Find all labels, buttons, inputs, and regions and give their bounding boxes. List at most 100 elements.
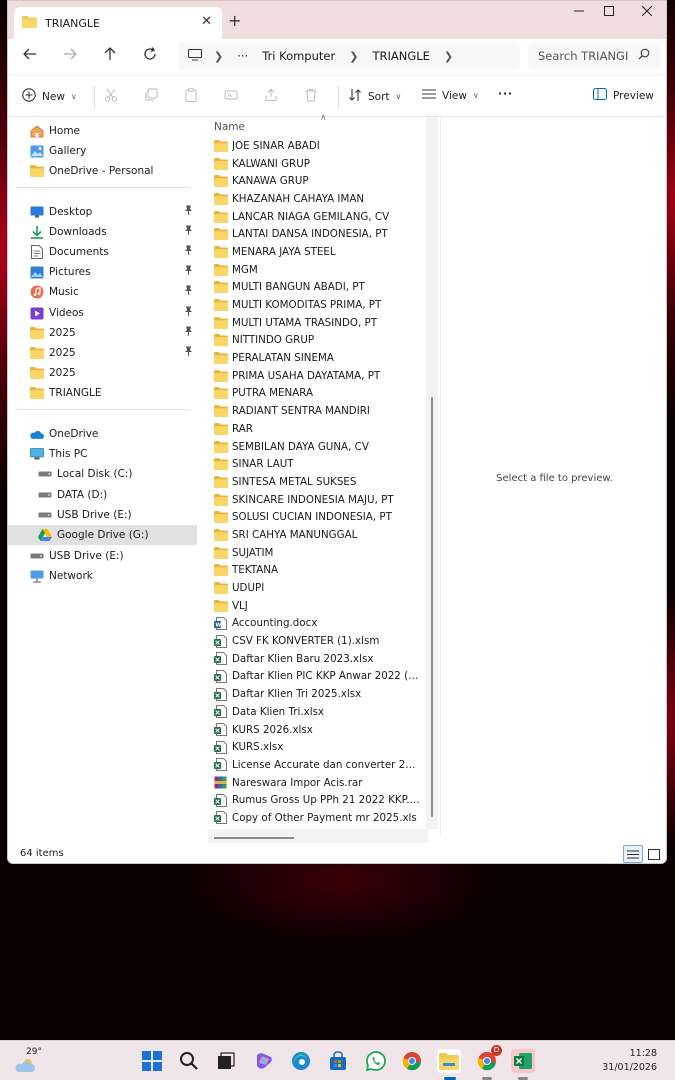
file-row[interactable]: KURS 2026.xlsx bbox=[200, 721, 428, 739]
folder-row[interactable]: PERALATAN SINEMA bbox=[200, 349, 428, 367]
chrome-profile-icon[interactable]: D bbox=[475, 1045, 502, 1073]
breadcrumb-overflow[interactable]: ··· bbox=[237, 49, 248, 63]
sidebar-item[interactable]: Local Disk (C:) bbox=[8, 464, 197, 484]
search-icon[interactable] bbox=[177, 1049, 201, 1073]
column-header-name[interactable]: Name bbox=[214, 121, 245, 133]
sidebar-item[interactable]: Documents bbox=[8, 242, 197, 262]
folder-row[interactable]: KHAZANAH CAHAYA IMAN bbox=[200, 190, 428, 208]
sidebar-item[interactable]: USB Drive (E:) bbox=[8, 546, 197, 566]
up-icon[interactable] bbox=[98, 45, 122, 69]
folder-row[interactable]: MENARA JAYA STEEL bbox=[200, 243, 428, 261]
folder-row[interactable]: MGM bbox=[200, 261, 428, 279]
search-input[interactable]: Search TRIANGI bbox=[528, 42, 660, 70]
folder-row[interactable]: KALWANI GRUP bbox=[200, 155, 428, 173]
folder-row[interactable]: NITTINDO GRUP bbox=[200, 332, 428, 350]
breadcrumb-triangle[interactable]: TRIANGLE bbox=[372, 49, 429, 63]
file-row[interactable]: Daftar Klien Baru 2023.xlsx bbox=[200, 650, 428, 668]
sidebar-item[interactable]: 2025 bbox=[8, 323, 197, 343]
close-tab-icon[interactable]: ✕ bbox=[201, 14, 212, 29]
tiles-view-icon[interactable] bbox=[644, 845, 664, 863]
sidebar-item[interactable]: Videos bbox=[8, 303, 197, 323]
file-row[interactable]: License Accurate dan converter 2025 KK..… bbox=[200, 756, 428, 774]
rename-icon[interactable]: A bbox=[224, 88, 238, 102]
address-bar[interactable]: ❯ ··· Tri Komputer ❯ TRIANGLE ❯ bbox=[178, 42, 520, 70]
file-row[interactable]: KURS.xlsx bbox=[200, 738, 428, 756]
file-row[interactable]: Daftar Klien PIC KKP Anwar 2022 (1).xlsx bbox=[200, 668, 428, 686]
folder-row[interactable]: MULTI BANGUN ABADI, PT bbox=[200, 279, 428, 297]
scrollbar-thumb[interactable] bbox=[431, 397, 433, 817]
file-row[interactable]: CSV FK KONVERTER (1).xlsm bbox=[200, 632, 428, 650]
folder-row[interactable]: SKINCARE INDONESIA MAJU, PT bbox=[200, 491, 428, 509]
sidebar-item[interactable]: Home bbox=[8, 121, 197, 141]
system-clock[interactable]: 11:28 31/01/2026 bbox=[602, 1047, 657, 1075]
chrome-icon[interactable] bbox=[400, 1049, 424, 1073]
file-row[interactable]: Data Klien Tri.xlsx bbox=[200, 703, 428, 721]
sidebar-item[interactable]: Network bbox=[8, 566, 197, 586]
search-icon[interactable] bbox=[638, 48, 650, 63]
file-explorer-taskbar-icon[interactable] bbox=[437, 1049, 461, 1073]
sidebar-item[interactable]: 2025 bbox=[8, 363, 197, 383]
sort-button[interactable]: Sort ∨ bbox=[348, 88, 401, 105]
excel-icon[interactable] bbox=[511, 1049, 535, 1073]
folder-row[interactable]: TEKTANA bbox=[200, 562, 428, 580]
folder-row[interactable]: SUJATIM bbox=[200, 544, 428, 562]
folder-row[interactable]: SOLUSI CUCIAN INDONESIA, PT bbox=[200, 508, 428, 526]
sidebar-item[interactable]: 2025 bbox=[8, 343, 197, 363]
store-icon[interactable] bbox=[326, 1049, 350, 1073]
horizontal-scrollbar[interactable] bbox=[208, 829, 428, 843]
start-icon[interactable] bbox=[140, 1049, 164, 1073]
file-row[interactable]: Rumus Gross Up PPh 21 2022 KKP.xls bbox=[200, 791, 428, 809]
folder-row[interactable]: UDUPI bbox=[200, 579, 428, 597]
folder-row[interactable]: PRIMA USAHA DAYATAMA, PT bbox=[200, 367, 428, 385]
refresh-icon[interactable] bbox=[138, 45, 162, 69]
sidebar-item[interactable]: TRIANGLE bbox=[8, 383, 197, 403]
folder-row[interactable]: LANCAR NIAGA GEMILANG, CV bbox=[200, 208, 428, 226]
folder-row[interactable]: KANAWA GRUP bbox=[200, 172, 428, 190]
sidebar-item[interactable]: USB Drive (E:) bbox=[8, 505, 197, 525]
sidebar-item[interactable]: OneDrive - Personal bbox=[8, 161, 197, 181]
folder-row[interactable]: SINTESA METAL SUKSES bbox=[200, 473, 428, 491]
sidebar-item[interactable]: Downloads bbox=[8, 222, 197, 242]
task-view-icon[interactable] bbox=[214, 1049, 238, 1073]
tab-triangle[interactable]: TRIANGLE ✕ bbox=[14, 7, 222, 39]
copy-icon[interactable] bbox=[144, 88, 158, 102]
copilot-icon[interactable] bbox=[252, 1049, 276, 1073]
minimize-icon[interactable] bbox=[562, 5, 596, 25]
whatsapp-icon[interactable] bbox=[364, 1049, 388, 1073]
cut-icon[interactable] bbox=[104, 88, 118, 102]
new-button[interactable]: New ∨ bbox=[22, 88, 77, 105]
folder-row[interactable]: RAR bbox=[200, 420, 428, 438]
new-tab-button[interactable]: + bbox=[228, 11, 241, 30]
close-window-icon[interactable] bbox=[630, 5, 664, 25]
sidebar-item[interactable]: Google Drive (G:) bbox=[8, 525, 197, 545]
sidebar-item[interactable]: DATA (D:) bbox=[8, 485, 197, 505]
file-row[interactable]: Nareswara Impor Acis.rar bbox=[200, 774, 428, 792]
maximize-icon[interactable] bbox=[592, 5, 626, 25]
folder-row[interactable]: SEMBILAN DAYA GUNA, CV bbox=[200, 438, 428, 456]
back-icon[interactable] bbox=[18, 45, 42, 69]
folder-row[interactable]: JOE SINAR ABADI bbox=[200, 137, 428, 155]
sidebar-item[interactable]: Gallery bbox=[8, 141, 197, 161]
edge-icon[interactable] bbox=[289, 1049, 313, 1073]
view-button[interactable]: View ∨ bbox=[422, 88, 479, 103]
sidebar-item[interactable]: OneDrive bbox=[8, 424, 197, 444]
more-options-button[interactable]: ··· bbox=[498, 88, 513, 100]
file-row[interactable]: Daftar Klien Tri 2025.xlsx bbox=[200, 685, 428, 703]
file-row[interactable]: W Accounting.docx bbox=[200, 615, 428, 633]
chevron-right-icon[interactable]: ❯ bbox=[444, 50, 453, 63]
sidebar-item[interactable]: Desktop bbox=[8, 202, 197, 222]
file-row[interactable]: Copy of Other Payment mr 2025.xls bbox=[200, 809, 428, 827]
sidebar-item[interactable]: This PC bbox=[8, 444, 197, 464]
folder-row[interactable]: MULTI KOMODITAS PRIMA, PT bbox=[200, 296, 428, 314]
sidebar-item[interactable]: Music bbox=[8, 282, 197, 302]
details-view-icon[interactable] bbox=[623, 845, 643, 863]
paste-icon[interactable] bbox=[184, 88, 198, 102]
folder-row[interactable]: LANTAI DANSA INDONESIA, PT bbox=[200, 225, 428, 243]
forward-icon[interactable] bbox=[58, 45, 82, 69]
preview-button[interactable]: Preview bbox=[593, 88, 654, 103]
folder-row[interactable]: MULTI UTAMA TRASINDO, PT bbox=[200, 314, 428, 332]
delete-icon[interactable] bbox=[304, 88, 318, 102]
folder-row[interactable]: RADIANT SENTRA MANDIRI bbox=[200, 402, 428, 420]
share-icon[interactable] bbox=[264, 88, 278, 102]
folder-row[interactable]: SRI CAHYA MANUNGGAL bbox=[200, 526, 428, 544]
